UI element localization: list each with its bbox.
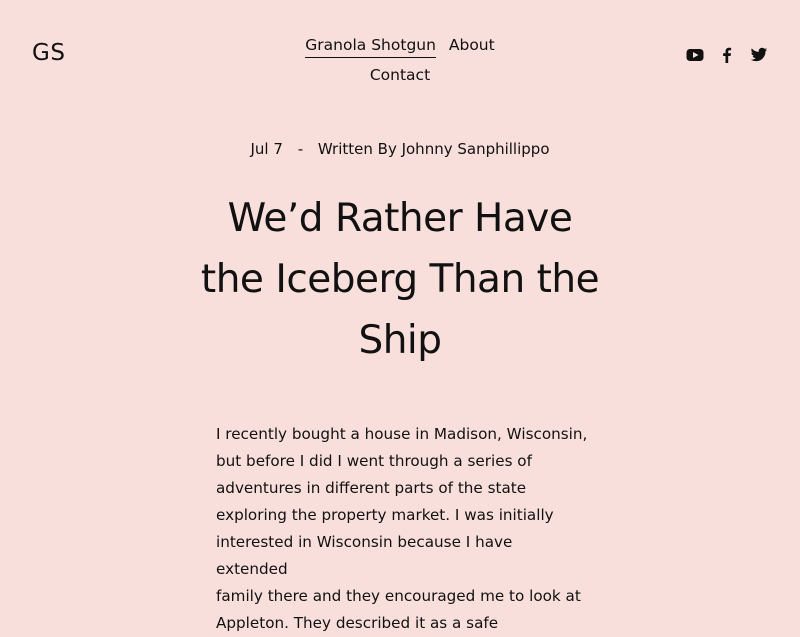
body-line: I recently bought a house in Madison, Wi…	[216, 425, 588, 443]
youtube-icon	[686, 49, 704, 61]
body-line: Appleton. They described it as a safe	[216, 614, 499, 632]
main-nav: Granola Shotgun About Contact	[300, 30, 500, 90]
twitter-icon	[750, 47, 768, 62]
site-header: GS Granola Shotgun About Contact	[0, 0, 800, 110]
twitter-link[interactable]	[750, 46, 768, 64]
body-line: adventures in different parts of the sta…	[216, 479, 527, 497]
body-line: family there and they encouraged me to l…	[216, 587, 581, 605]
article-meta: Jul 7 - Written By Johnny Sanphillippo	[0, 140, 800, 158]
facebook-icon	[723, 47, 732, 63]
nav-item-granola-shotgun[interactable]: Granola Shotgun	[305, 35, 436, 58]
nav-item-contact[interactable]: Contact	[370, 65, 430, 87]
article-title: We’d Rather Have the Iceberg Than the Sh…	[200, 196, 600, 363]
article-date[interactable]: Jul 7	[250, 140, 282, 158]
youtube-link[interactable]	[686, 46, 704, 64]
site-logo[interactable]: GS	[32, 40, 65, 66]
body-line: exploring the property market. I was ini…	[216, 506, 554, 524]
meta-separator: -	[297, 140, 304, 158]
nav-item-about[interactable]: About	[449, 35, 495, 57]
article-byline[interactable]: Written By Johnny Sanphillippo	[318, 140, 550, 158]
body-line: interested in Wisconsin because I have e…	[216, 533, 513, 578]
article-body: I recently bought a house in Madison, Wi…	[216, 421, 588, 637]
social-links	[686, 46, 768, 64]
facebook-link[interactable]	[718, 46, 736, 64]
body-line: but before I did I went through a series…	[216, 452, 532, 470]
